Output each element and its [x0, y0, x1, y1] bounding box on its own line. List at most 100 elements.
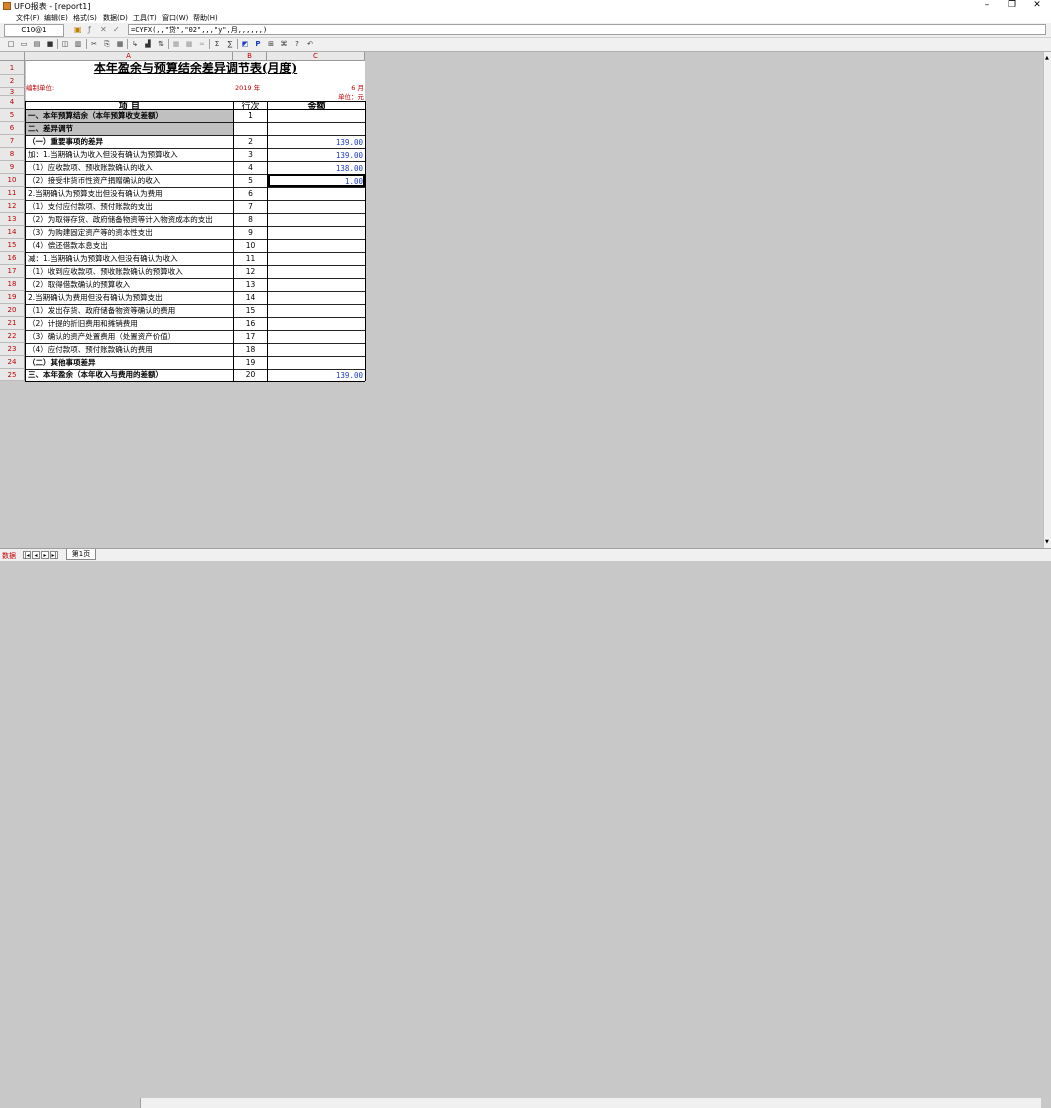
table-icon[interactable]: ▦: [171, 39, 181, 49]
item-cell[interactable]: （1）收到应收款项、预收账款确认的预算收入: [26, 265, 233, 278]
confirm-icon[interactable]: ✓: [113, 25, 120, 34]
line-number-cell[interactable]: 5: [234, 174, 267, 187]
amount-cell[interactable]: [268, 122, 365, 135]
amount-cell[interactable]: [268, 200, 365, 213]
amount-cell[interactable]: 1.00: [268, 174, 365, 187]
line-number-cell[interactable]: 12: [234, 265, 267, 278]
amount-cell[interactable]: [268, 226, 365, 239]
row-header[interactable]: 23: [0, 343, 25, 356]
line-number-cell[interactable]: 13: [234, 278, 267, 291]
amount-cell[interactable]: [268, 239, 365, 252]
menu-window[interactable]: 窗口(W): [162, 13, 188, 23]
function-wizard-icon[interactable]: ▣: [74, 25, 82, 34]
line-number-cell[interactable]: [234, 122, 267, 135]
row-header[interactable]: 13: [0, 213, 25, 226]
amount-cell[interactable]: 139.00: [268, 148, 365, 161]
zoom-icon[interactable]: ⊞: [266, 39, 276, 49]
line-number-cell[interactable]: 3: [234, 148, 267, 161]
row-header[interactable]: 20: [0, 304, 25, 317]
item-cell[interactable]: （3）为购建固定资产等的资本性支出: [26, 226, 233, 239]
menu-data[interactable]: 数据(D): [103, 13, 128, 23]
cancel-icon[interactable]: ✕: [100, 25, 107, 34]
open-folder-icon[interactable]: ▭: [19, 39, 29, 49]
row-header[interactable]: 16: [0, 252, 25, 265]
sum-icon[interactable]: Σ: [212, 39, 222, 49]
row-header[interactable]: 21: [0, 317, 25, 330]
minimize-button[interactable]: –: [976, 0, 998, 12]
p-icon[interactable]: P: [253, 39, 263, 49]
item-cell[interactable]: （3）确认的资产处置费用（处置资产价值）: [26, 330, 233, 343]
row-header[interactable]: 19: [0, 291, 25, 304]
vertical-scrollbar[interactable]: ▲ ▼: [1043, 52, 1051, 548]
next-sheet-icon[interactable]: ▸: [41, 551, 49, 559]
line-number-cell[interactable]: 19: [234, 356, 267, 369]
row-header[interactable]: 2: [0, 75, 25, 88]
paste-icon[interactable]: ▦: [115, 39, 125, 49]
line-number-cell[interactable]: 2: [234, 135, 267, 148]
item-cell[interactable]: 加：1.当期确认为收入但没有确认为预算收入: [26, 148, 233, 161]
row-header[interactable]: 12: [0, 200, 25, 213]
undo-icon[interactable]: ↶: [305, 39, 315, 49]
row-header[interactable]: 3: [0, 88, 25, 96]
row-header[interactable]: 4: [0, 96, 25, 109]
prev-sheet-icon[interactable]: ◂: [32, 551, 40, 559]
row-header[interactable]: 18: [0, 278, 25, 291]
item-cell[interactable]: （二）其他事项差异: [26, 356, 233, 369]
amount-cell[interactable]: [268, 330, 365, 343]
item-cell[interactable]: （4）应付款项、预付账款确认的费用: [26, 343, 233, 356]
menu-edit[interactable]: 编辑(E): [44, 13, 68, 23]
line-number-cell[interactable]: 15: [234, 304, 267, 317]
menu-format[interactable]: 格式(S): [73, 13, 97, 23]
amount-cell[interactable]: [268, 304, 365, 317]
column-header-a[interactable]: A: [25, 52, 233, 61]
row-header[interactable]: 25: [0, 369, 25, 381]
new-file-icon[interactable]: □: [6, 39, 16, 49]
line-number-cell[interactable]: 7: [234, 200, 267, 213]
row-header[interactable]: 17: [0, 265, 25, 278]
line-number-cell[interactable]: 18: [234, 343, 267, 356]
pattern-icon[interactable]: ⌘: [279, 39, 289, 49]
amount-cell[interactable]: [268, 213, 365, 226]
row-header[interactable]: 14: [0, 226, 25, 239]
cell-reference-box[interactable]: C10@1: [4, 24, 64, 37]
row-header[interactable]: 7: [0, 135, 25, 148]
line-number-cell[interactable]: 17: [234, 330, 267, 343]
close-button[interactable]: ✕: [1026, 0, 1048, 12]
amount-cell[interactable]: 138.00: [268, 161, 365, 174]
amount-cell[interactable]: [268, 291, 365, 304]
fx-icon[interactable]: ƒ: [88, 25, 91, 34]
item-cell[interactable]: （2）取得借款确认的预算收入: [26, 278, 233, 291]
print-icon[interactable]: ▥: [73, 39, 83, 49]
item-cell[interactable]: （1）应收款项、预收账款确认的收入: [26, 161, 233, 174]
amount-cell[interactable]: 139.00: [268, 135, 365, 148]
horizontal-scrollbar[interactable]: [140, 1098, 1041, 1108]
row-header[interactable]: 6: [0, 122, 25, 135]
formula-input[interactable]: =CYFX(,,"贷","02",,,"y",月,,,,,,): [128, 24, 1046, 35]
row-header[interactable]: 8: [0, 148, 25, 161]
item-cell[interactable]: （一）重要事项的差异: [26, 135, 233, 148]
line-number-cell[interactable]: 10: [234, 239, 267, 252]
amount-cell[interactable]: [268, 265, 365, 278]
amount-cell[interactable]: [268, 252, 365, 265]
item-cell[interactable]: （4）偿还借款本息支出: [26, 239, 233, 252]
item-cell[interactable]: （2）接受非货币性资产捐赠确认的收入: [26, 174, 233, 187]
line-number-cell[interactable]: 14: [234, 291, 267, 304]
item-cell[interactable]: （1）发出存货、政府储备物资等确认的费用: [26, 304, 233, 317]
row-header[interactable]: 10: [0, 174, 25, 187]
copy-icon[interactable]: ⎘: [102, 39, 112, 49]
line-number-cell[interactable]: 9: [234, 226, 267, 239]
print-preview-icon[interactable]: ◫: [60, 39, 70, 49]
column-header-b[interactable]: B: [233, 52, 267, 61]
row-header[interactable]: 5: [0, 109, 25, 122]
calc-icon[interactable]: ∑: [225, 39, 235, 49]
item-cell[interactable]: 二、差异调节: [26, 122, 233, 135]
first-sheet-icon[interactable]: |◂: [23, 551, 31, 559]
menu-file[interactable]: 文件(F): [16, 13, 40, 23]
amount-cell[interactable]: [268, 343, 365, 356]
row-header[interactable]: 22: [0, 330, 25, 343]
sheet-tab-page1[interactable]: 第1页: [66, 549, 96, 560]
save-disk-icon[interactable]: ▤: [32, 39, 42, 49]
item-cell[interactable]: 2.当期确认为费用但没有确认为预算支出: [26, 291, 233, 304]
item-cell[interactable]: 减：1.当期确认为预算收入但没有确认为收入: [26, 252, 233, 265]
insert-icon[interactable]: ↳: [130, 39, 140, 49]
